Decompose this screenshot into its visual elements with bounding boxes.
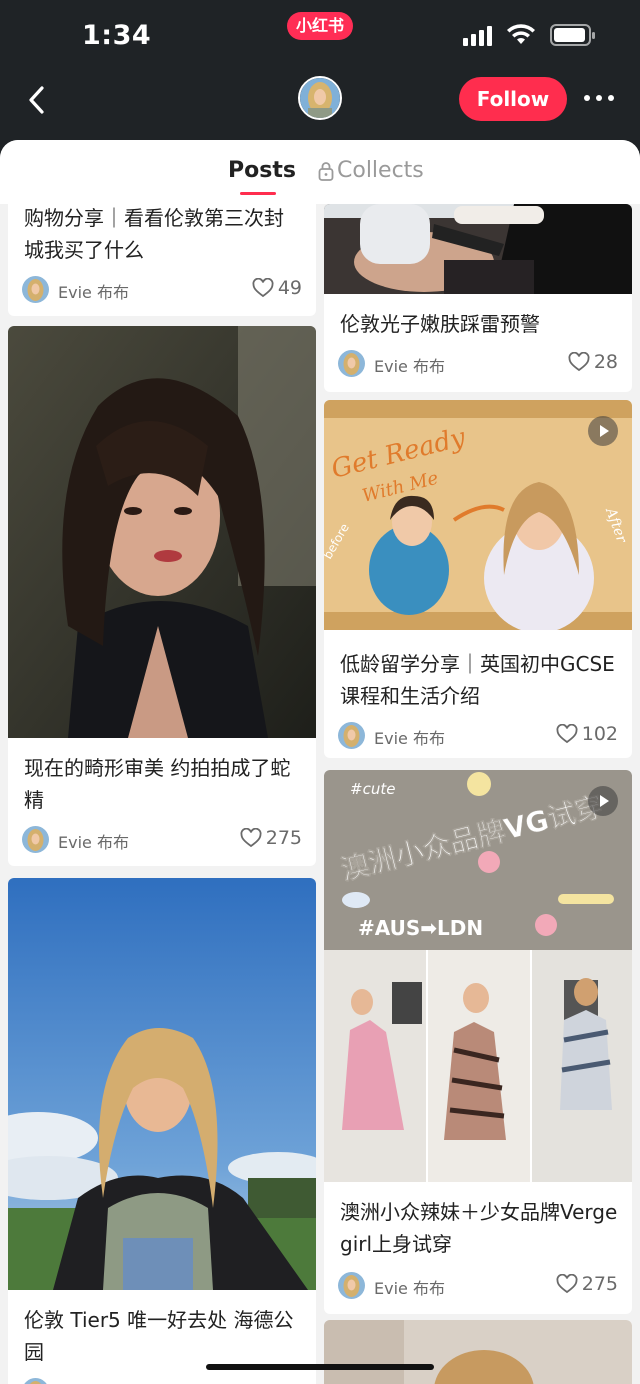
like-count: 49: [277, 277, 302, 299]
post-card[interactable]: #cute 澳洲小众品牌VG试穿 #AUS➡LDN 澳洲小众辣妹＋少女品牌Ver…: [324, 770, 632, 1314]
post-cover-image: [324, 204, 632, 294]
post-title: 澳洲小众辣妹＋少女品牌Verge girl上身试穿: [340, 1200, 618, 1256]
like-count: 275: [265, 827, 302, 849]
follow-button[interactable]: Follow: [459, 77, 567, 121]
post-cover-image: [8, 326, 316, 738]
battery-icon: [550, 24, 595, 46]
status-icons: [463, 24, 596, 46]
post-meta: Evie 布布 102: [338, 722, 618, 750]
back-arrow-icon[interactable]: [22, 80, 62, 120]
more-options-icon[interactable]: [583, 86, 615, 110]
app-badge: 小红书: [287, 12, 353, 40]
post-cover-image: #cute 澳洲小众品牌VG试穿 #AUS➡LDN: [324, 770, 632, 1182]
post-meta: Evie 布布 28: [338, 350, 618, 378]
tab-collects-label: Collects: [337, 158, 424, 183]
author-name: Evie 布布: [374, 1279, 445, 1298]
like-button[interactable]: 102: [556, 723, 618, 745]
post-title: 低龄留学分享｜英国初中GCSE课程和生活介绍: [340, 652, 615, 708]
like-count: 102: [581, 723, 618, 745]
status-bar: 1:34 小红书: [0, 0, 640, 76]
post-meta: [22, 1378, 302, 1384]
post-meta: Evie 布布 275: [22, 826, 302, 854]
profile-tabs: Posts Collects: [0, 140, 640, 204]
video-play-icon: [588, 416, 618, 446]
post-card[interactable]: 伦敦光子嫩肤踩雷预警 Evie 布布 28: [324, 204, 632, 392]
author-name: Evie 布布: [374, 729, 445, 748]
post-meta: Evie 布布 275: [338, 1272, 618, 1300]
tab-posts[interactable]: Posts: [228, 158, 296, 183]
profile-content-sheet: Posts Collects 购物分享｜看看伦敦第三次封城我买了什么 Evie …: [0, 140, 640, 1384]
author-name: Evie 布布: [58, 833, 129, 852]
like-button[interactable]: 49: [252, 277, 302, 299]
author-avatar[interactable]: [338, 722, 365, 749]
author-avatar[interactable]: [22, 276, 49, 303]
heart-icon: [240, 828, 262, 848]
profile-avatar[interactable]: [298, 76, 342, 120]
aus-ldn-text: #AUS➡LDN: [358, 916, 483, 940]
post-card[interactable]: 现在的畸形审美 约拍拍成了蛇精 Evie 布布 275: [8, 326, 316, 866]
post-card[interactable]: 伦敦 Tier5 唯一好去处 海德公园: [8, 878, 316, 1384]
post-title: 购物分享｜看看伦敦第三次封城我买了什么: [24, 206, 284, 262]
heart-icon: [568, 352, 590, 372]
author-name: Evie 布布: [58, 283, 129, 302]
post-card[interactable]: Get Ready With Me before After 低龄留学分享｜英国…: [324, 400, 632, 758]
like-count: 28: [593, 351, 618, 373]
like-button[interactable]: 275: [240, 827, 302, 849]
profile-nav-bar: Follow: [0, 76, 640, 138]
home-indicator: [206, 1364, 434, 1370]
author-avatar[interactable]: [338, 1272, 365, 1299]
like-button[interactable]: 28: [568, 351, 618, 373]
cellular-signal-icon: [463, 24, 492, 46]
author-avatar[interactable]: [22, 1378, 49, 1384]
post-title: 现在的畸形审美 约拍拍成了蛇精: [24, 756, 291, 812]
author-name: Evie 布布: [374, 357, 445, 376]
active-tab-indicator: [240, 192, 276, 195]
post-cover-image: Get Ready With Me before After: [324, 400, 632, 630]
post-cover-image: [324, 1320, 632, 1384]
status-time: 1:34: [82, 20, 152, 51]
heart-icon: [556, 1274, 578, 1294]
heart-icon: [252, 278, 274, 298]
author-avatar[interactable]: [338, 350, 365, 377]
lock-icon: [318, 161, 334, 181]
post-meta: Evie 布布 49: [22, 276, 302, 304]
post-title: 伦敦 Tier5 唯一好去处 海德公园: [24, 1308, 294, 1364]
post-card[interactable]: 购物分享｜看看伦敦第三次封城我买了什么 Evie 布布 49: [8, 204, 316, 316]
heart-icon: [556, 724, 578, 744]
author-avatar[interactable]: [22, 826, 49, 853]
post-title: 伦敦光子嫩肤踩雷预警: [340, 312, 540, 336]
cute-text: #cute: [350, 780, 395, 798]
posts-feed[interactable]: 购物分享｜看看伦敦第三次封城我买了什么 Evie 布布 49 现在的畸形审美 约…: [0, 204, 640, 1384]
like-button[interactable]: 275: [556, 1273, 618, 1295]
wifi-icon: [507, 24, 535, 44]
video-play-icon: [588, 786, 618, 816]
post-cover-image: [8, 878, 316, 1290]
tab-collects[interactable]: Collects: [318, 158, 424, 183]
like-count: 275: [581, 1273, 618, 1295]
post-card[interactable]: [324, 1320, 632, 1384]
